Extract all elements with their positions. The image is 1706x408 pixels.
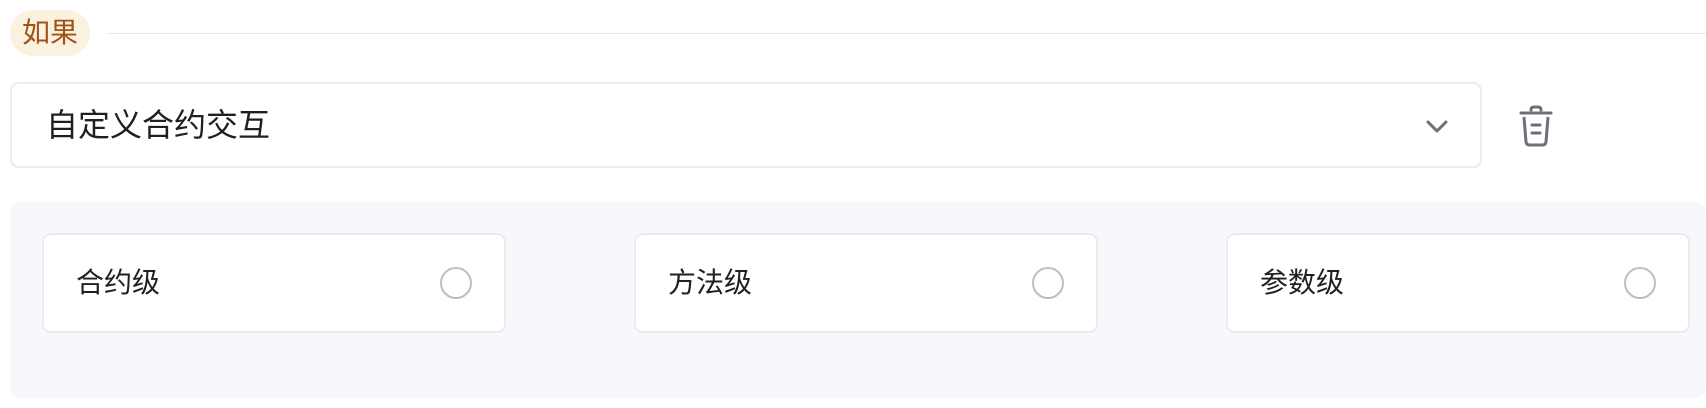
interaction-type-select[interactable]: 自定义合约交互 [10,82,1482,168]
trash-icon[interactable] [1516,104,1556,148]
option-parameter-level[interactable]: 参数级 [1226,233,1690,333]
option-contract-level[interactable]: 合约级 [42,233,506,333]
option-label: 合约级 [76,266,161,299]
divider [107,33,1706,34]
radio-button[interactable] [440,267,472,299]
chevron-down-icon [1426,120,1448,133]
option-method-level[interactable]: 方法级 [634,233,1098,333]
condition-header: 如果 [10,10,1706,56]
radio-button[interactable] [1032,267,1064,299]
condition-editor: 如果 自定义合约交互 合约级 方法级 参数级 [0,0,1706,408]
option-label: 参数级 [1260,266,1345,299]
level-options-panel: 合约级 方法级 参数级 [10,202,1706,398]
radio-button[interactable] [1624,267,1656,299]
option-label: 方法级 [668,266,753,299]
if-tag: 如果 [10,10,91,56]
select-value: 自定义合约交互 [46,106,271,144]
